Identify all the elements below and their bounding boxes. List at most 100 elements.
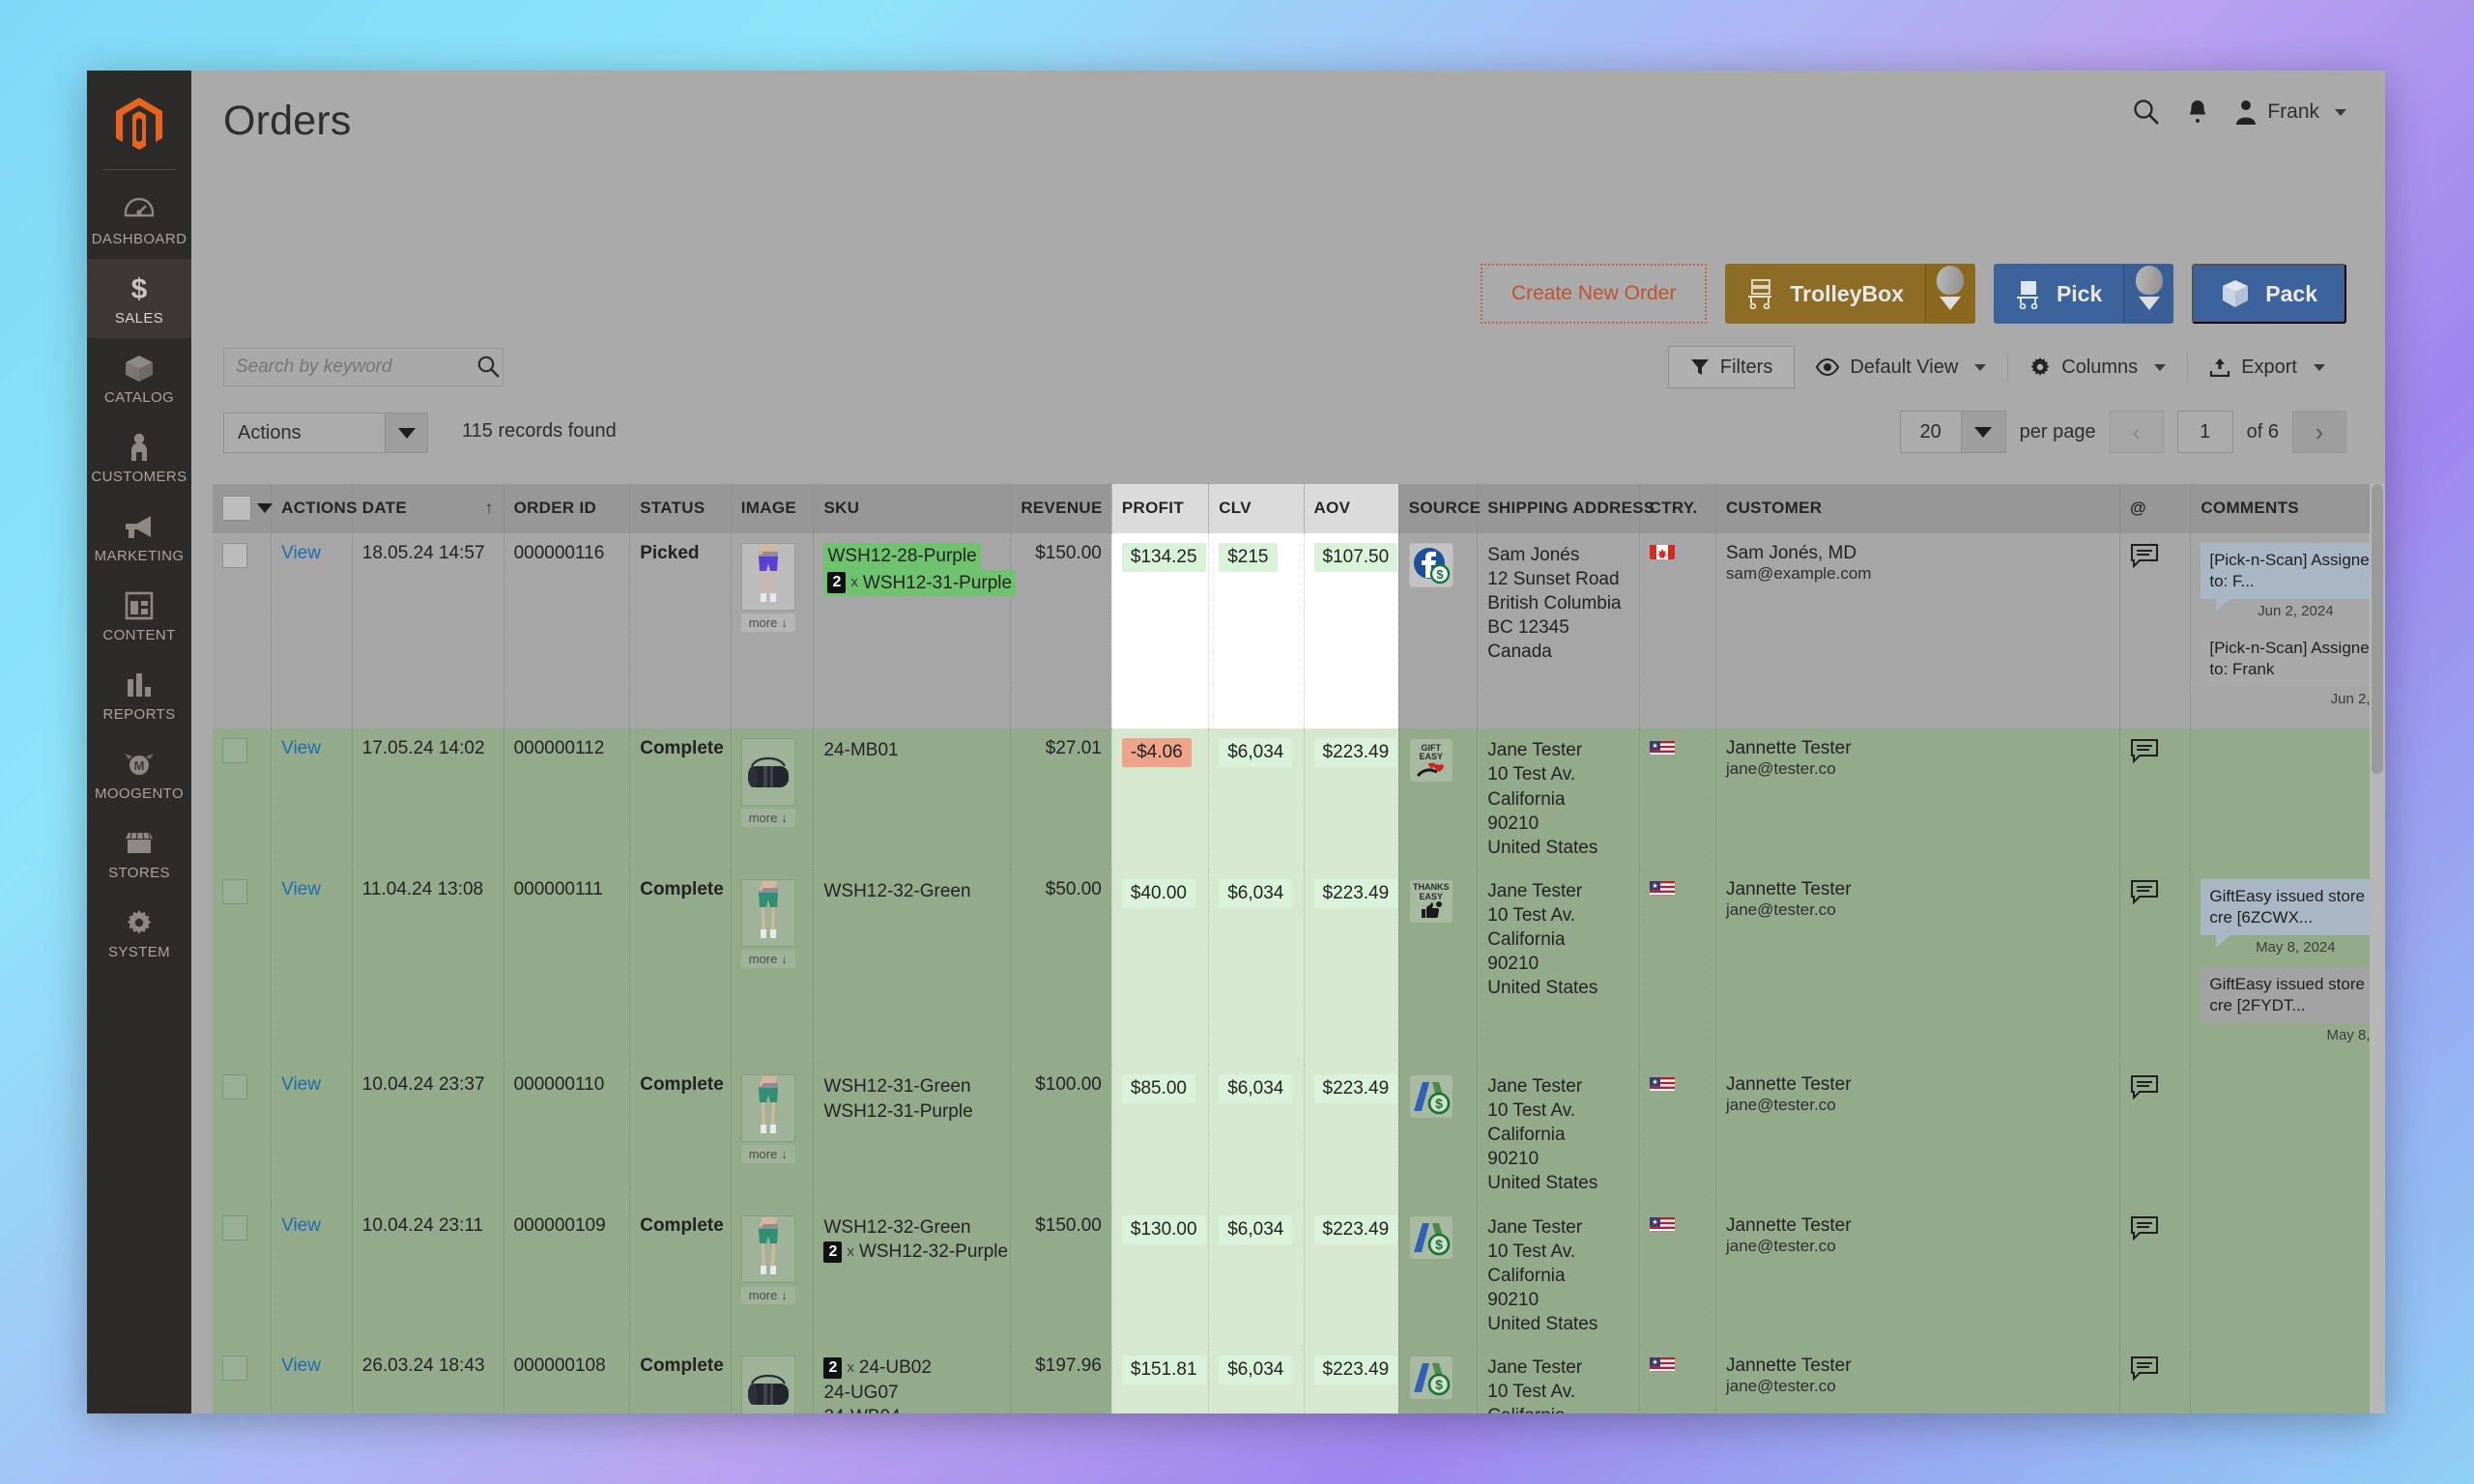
row-checkbox[interactable] bbox=[222, 1074, 247, 1100]
table-row[interactable]: View 11.04.24 13:08 000000111 Complete more ↓… bbox=[213, 869, 2385, 1066]
column-header-profit[interactable]: PROFIT bbox=[1111, 484, 1210, 533]
view-order-link[interactable]: View bbox=[281, 543, 321, 563]
next-page-button[interactable]: › bbox=[2292, 411, 2346, 453]
comment-bubble-icon[interactable] bbox=[2130, 879, 2159, 904]
magento-logo[interactable] bbox=[87, 80, 191, 169]
sidebar-item-system[interactable]: SYSTEM bbox=[87, 893, 191, 972]
gift-easy-icon[interactable]: GIFT EASY bbox=[1408, 738, 1453, 784]
column-header-clv[interactable]: CLV bbox=[1208, 484, 1305, 533]
trolleybox-dropdown-arrow[interactable] bbox=[1924, 264, 1975, 324]
row-checkbox[interactable] bbox=[222, 878, 247, 904]
sidebar-item-stores[interactable]: STORES bbox=[87, 813, 191, 893]
sidebar-item-dashboard[interactable]: DASHBOARD bbox=[87, 180, 191, 259]
table-row[interactable]: View 18.05.24 14:57 000000116 Picked more ↓ WS… bbox=[213, 533, 2385, 729]
row-checkbox[interactable] bbox=[222, 1214, 247, 1241]
column-header-shipping-address[interactable]: SHIPPING ADDRESS bbox=[1477, 484, 1654, 533]
column-header-order-id[interactable]: ORDER ID bbox=[503, 484, 631, 533]
bell-icon[interactable] bbox=[2186, 98, 2209, 127]
adwords-dollar-icon[interactable]: $ bbox=[1408, 1355, 1453, 1400]
per-page-select[interactable]: 20 bbox=[1899, 411, 2006, 453]
row-checkbox[interactable] bbox=[222, 738, 247, 764]
row-checkbox[interactable] bbox=[222, 1355, 247, 1381]
comment-bubble-icon[interactable] bbox=[2130, 1075, 2159, 1100]
mass-actions-select[interactable]: Actions bbox=[223, 413, 428, 453]
sidebar-item-moogento[interactable]: M MOOGENTO bbox=[87, 734, 191, 813]
user-menu[interactable]: Frank bbox=[2234, 100, 2346, 125]
pack-button[interactable]: Pack bbox=[2192, 264, 2346, 324]
search-input[interactable] bbox=[224, 357, 475, 378]
row-checkbox-cell[interactable] bbox=[213, 1065, 273, 1206]
duffle-bag-thumb[interactable] bbox=[740, 1355, 795, 1413]
more-images-button[interactable]: more ↓ bbox=[740, 614, 795, 632]
select-all-checkbox[interactable] bbox=[222, 496, 251, 521]
table-row[interactable]: View 10.04.24 23:37 000000110 Complete more ↓… bbox=[213, 1065, 2385, 1206]
search-icon[interactable] bbox=[475, 355, 503, 380]
column-header-actions[interactable]: ACTIONS bbox=[271, 484, 357, 533]
view-order-link[interactable]: View bbox=[281, 1356, 321, 1376]
column-header-sku[interactable]: SKU bbox=[813, 484, 1012, 533]
pick-button[interactable]: Pick bbox=[1994, 264, 2123, 324]
view-order-link[interactable]: View bbox=[281, 738, 321, 758]
create-new-order-button[interactable]: Create New Order bbox=[1480, 264, 1708, 324]
view-order-link[interactable]: View bbox=[281, 1215, 321, 1236]
table-row[interactable]: View 17.05.24 14:02 000000112 Complete more ↓… bbox=[213, 728, 2385, 870]
more-images-button[interactable]: more ↓ bbox=[740, 809, 795, 828]
thanks-easy-icon[interactable]: THANKS EASY bbox=[1408, 878, 1453, 924]
pick-split-button[interactable]: Pick bbox=[1993, 264, 2174, 324]
row-checkbox-cell[interactable] bbox=[213, 1345, 273, 1413]
shorts-green-thumb[interactable] bbox=[740, 878, 795, 947]
search-by-keyword-box[interactable] bbox=[223, 348, 503, 386]
column-header-comments[interactable]: COMMENTS bbox=[2190, 484, 2385, 533]
comment-bubble-icon[interactable] bbox=[2130, 1356, 2159, 1381]
column-header-source[interactable]: SOURCE bbox=[1398, 484, 1481, 533]
table-row[interactable]: View 26.03.24 18:43000000108 Complete more↓… bbox=[213, 1345, 2385, 1413]
shorts-green-thumb[interactable] bbox=[740, 1074, 795, 1143]
sidebar-item-customers[interactable]: CUSTOMERS bbox=[87, 417, 191, 497]
shorts-purple-thumb[interactable] bbox=[740, 543, 795, 611]
comment-bubble-icon[interactable] bbox=[2130, 544, 2159, 568]
shorts-green-thumb[interactable] bbox=[740, 1214, 795, 1283]
column-header-status[interactable]: STATUS bbox=[629, 484, 732, 533]
sidebar-item-reports[interactable]: REPORTS bbox=[87, 655, 191, 734]
more-images-button[interactable]: more ↓ bbox=[740, 1145, 795, 1164]
column-header-aov[interactable]: AOV bbox=[1304, 484, 1399, 533]
chevron-down-icon[interactable] bbox=[385, 414, 427, 452]
chevron-down-icon[interactable] bbox=[257, 503, 273, 513]
vertical-scrollbar[interactable] bbox=[2370, 484, 2385, 1413]
sidebar-item-content[interactable]: CONTENT bbox=[87, 576, 191, 655]
comment-bubble-icon[interactable] bbox=[2130, 739, 2159, 764]
column-header-image[interactable]: IMAGE bbox=[731, 484, 815, 533]
more-images-button[interactable]: more ↓ bbox=[740, 949, 795, 968]
sidebar-item-catalog[interactable]: CATALOG bbox=[87, 338, 191, 417]
column-header-country[interactable]: CTRY. bbox=[1639, 484, 1717, 533]
pick-dropdown-arrow[interactable] bbox=[2123, 264, 2174, 324]
select-all-header[interactable] bbox=[213, 484, 273, 533]
column-header-revenue[interactable]: REVENUE bbox=[1010, 484, 1112, 533]
view-order-link[interactable]: View bbox=[281, 1074, 321, 1095]
row-checkbox-cell[interactable] bbox=[213, 1205, 273, 1346]
row-checkbox-cell[interactable] bbox=[213, 533, 273, 729]
row-checkbox-cell[interactable] bbox=[213, 728, 273, 870]
export-button[interactable]: Export bbox=[2188, 346, 2346, 388]
more-images-button[interactable]: more ↓ bbox=[740, 1285, 795, 1304]
sidebar-item-marketing[interactable]: MARKETING bbox=[87, 497, 191, 576]
column-header-date[interactable]: DATE ↑ bbox=[352, 484, 504, 533]
adwords-dollar-icon[interactable]: $ bbox=[1408, 1074, 1453, 1120]
default-view-button[interactable]: Default View bbox=[1795, 346, 2007, 388]
facebook-dollar-icon[interactable]: $ bbox=[1408, 543, 1453, 587]
current-page-input[interactable]: 1 bbox=[2176, 411, 2233, 453]
comment-bubble-icon[interactable] bbox=[2130, 1215, 2159, 1241]
search-icon[interactable] bbox=[2132, 98, 2161, 127]
column-header-customer[interactable]: CUSTOMER bbox=[1715, 484, 2121, 533]
previous-page-button[interactable]: ‹ bbox=[2109, 411, 2164, 453]
table-row[interactable]: View 10.04.24 23:11 000000109 Complete more ↓… bbox=[213, 1205, 2385, 1346]
trolleybox-button[interactable]: TrolleyBox bbox=[1725, 264, 1925, 324]
sidebar-item-sales[interactable]: $ SALES bbox=[87, 259, 191, 338]
scrollbar-thumb[interactable] bbox=[2372, 484, 2383, 774]
trolleybox-split-button[interactable]: TrolleyBox bbox=[1725, 264, 1975, 324]
columns-button[interactable]: Columns bbox=[2008, 346, 2187, 388]
adwords-dollar-icon[interactable]: $ bbox=[1408, 1214, 1453, 1260]
duffle-bag-thumb[interactable] bbox=[740, 738, 795, 807]
filters-button[interactable]: Filters bbox=[1667, 346, 1796, 388]
view-order-link[interactable]: View bbox=[281, 879, 321, 899]
